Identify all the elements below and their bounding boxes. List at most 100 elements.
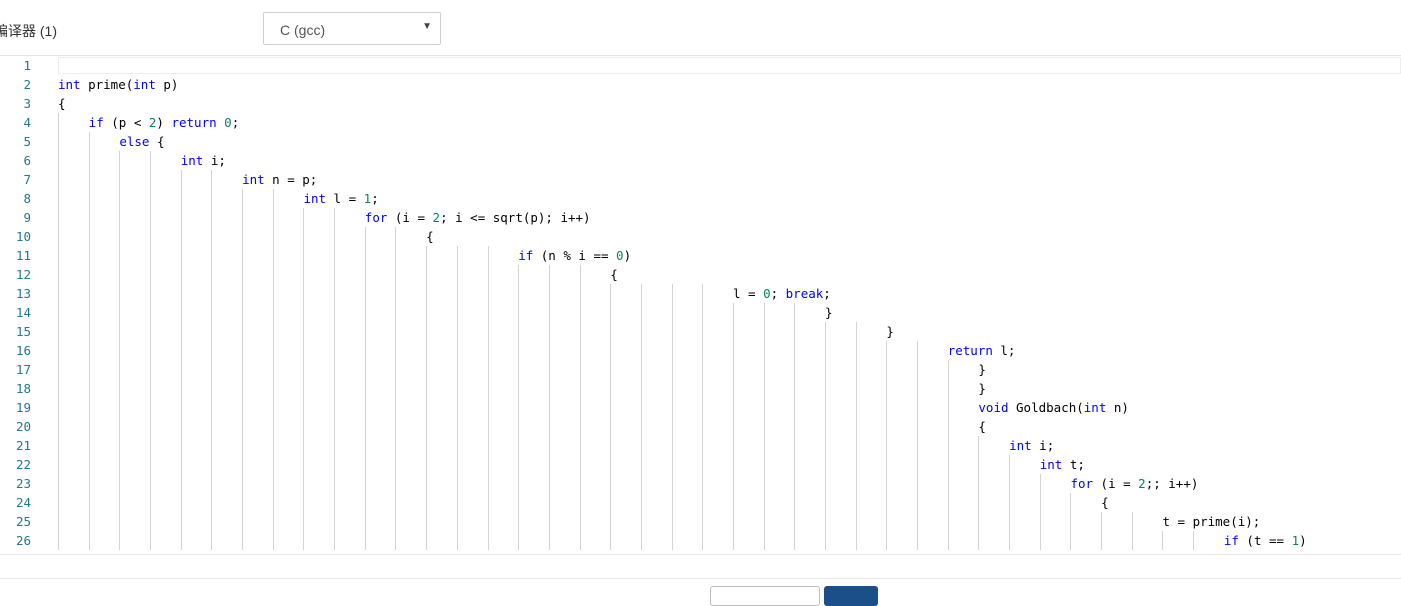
line-number: 5 bbox=[23, 134, 31, 149]
line-number: 19 bbox=[15, 400, 31, 415]
code-text: prime( bbox=[80, 77, 134, 92]
code-text: ; bbox=[371, 191, 379, 206]
indent-guide bbox=[150, 151, 151, 550]
code-text: ) bbox=[156, 115, 172, 130]
code-text: { bbox=[1101, 495, 1109, 510]
code-line: else { bbox=[119, 132, 164, 151]
indent-guide bbox=[58, 113, 59, 550]
indent-guide bbox=[1009, 455, 1010, 550]
indent-guide bbox=[365, 227, 366, 550]
code-line: int i; bbox=[1009, 436, 1054, 455]
indent-guide bbox=[488, 246, 489, 550]
code-area[interactable]: int prime(int p){if (p < 2) return 0; els… bbox=[56, 56, 1401, 554]
indent-guide bbox=[395, 227, 396, 550]
code-line: if (t == 1) bbox=[1224, 531, 1307, 550]
code-text: t = prime(i); bbox=[1162, 514, 1261, 529]
indent-guide bbox=[794, 303, 795, 550]
code-keyword: int bbox=[133, 77, 156, 92]
indent-guide bbox=[580, 265, 581, 550]
code-line: } bbox=[978, 360, 986, 379]
line-number: 23 bbox=[15, 476, 31, 491]
chevron-down-icon: ▼ bbox=[422, 21, 432, 32]
code-text: p) bbox=[155, 77, 179, 92]
indent-guide bbox=[119, 151, 120, 550]
indent-guide bbox=[672, 284, 673, 550]
code-line: } bbox=[978, 379, 986, 398]
line-number: 10 bbox=[15, 229, 31, 244]
indent-guide bbox=[1070, 493, 1071, 550]
line-number: 17 bbox=[15, 362, 31, 377]
code-number: 2 bbox=[432, 210, 441, 225]
indent-guide bbox=[1162, 531, 1163, 550]
code-keyword: int bbox=[1009, 438, 1032, 453]
line-number: 13 bbox=[15, 286, 31, 301]
code-text: l = bbox=[732, 286, 764, 301]
code-line: } bbox=[886, 322, 894, 341]
code-text: { bbox=[610, 267, 618, 282]
code-line: for (i = 2;; i++) bbox=[1070, 474, 1198, 493]
code-text: i; bbox=[1031, 438, 1055, 453]
line-number: 14 bbox=[15, 305, 31, 320]
secondary-button[interactable] bbox=[710, 586, 820, 606]
code-keyword: int bbox=[1083, 400, 1107, 415]
indent-guide bbox=[610, 284, 611, 550]
indent-guide bbox=[242, 189, 243, 550]
language-select[interactable]: C (gcc) ▼ bbox=[263, 12, 441, 45]
code-line: int t; bbox=[1040, 455, 1085, 474]
code-line: int n = p; bbox=[242, 170, 317, 189]
line-number: 20 bbox=[15, 419, 31, 434]
indent-guide bbox=[733, 303, 734, 550]
code-keyword: int bbox=[242, 172, 265, 187]
code-number: 2 bbox=[1138, 476, 1146, 491]
indent-guide bbox=[303, 208, 304, 550]
code-line: if (p < 2) return 0; bbox=[89, 113, 240, 132]
code-line: void Goldbach(int n) bbox=[978, 398, 1129, 417]
indent-guide bbox=[457, 246, 458, 550]
line-number: 8 bbox=[23, 191, 31, 206]
indent-guide bbox=[641, 284, 642, 550]
indent-guide bbox=[518, 265, 519, 550]
code-text: (n % i == bbox=[533, 248, 617, 263]
code-keyword: break bbox=[785, 286, 824, 301]
code-line: { bbox=[426, 227, 434, 246]
code-editor[interactable]: 1 2 3 4 5 6 7 8 9 10 11 12 13 14 15 16 17 18 19 20 21 22 23 24 2… bbox=[0, 56, 1401, 554]
primary-button[interactable] bbox=[824, 586, 878, 606]
code-text: { bbox=[58, 96, 66, 111]
indent-guide bbox=[334, 208, 335, 550]
code-line: { bbox=[1101, 493, 1109, 512]
code-keyword: return bbox=[171, 115, 217, 130]
indent-guide bbox=[856, 322, 857, 550]
code-keyword: if bbox=[1223, 533, 1239, 548]
line-number: 7 bbox=[23, 172, 31, 187]
code-text: l; bbox=[992, 343, 1016, 358]
line-number-gutter: 1 2 3 4 5 6 7 8 9 10 11 12 13 14 15 16 17 18 19 20 21 22 23 24 2… bbox=[0, 56, 40, 554]
code-keyword: int bbox=[1039, 457, 1063, 472]
line-number: 15 bbox=[15, 324, 31, 339]
code-line: if (n % i == 0) bbox=[518, 246, 631, 265]
code-line: { bbox=[610, 265, 618, 284]
line-number: 2 bbox=[23, 77, 31, 92]
code-number: 1 bbox=[1291, 533, 1300, 548]
indent-guide bbox=[702, 284, 703, 550]
code-keyword: if bbox=[88, 115, 104, 130]
code-line: int prime(int p) bbox=[58, 75, 178, 94]
indent-guide bbox=[948, 360, 949, 550]
indent-guide bbox=[886, 341, 887, 550]
code-keyword: if bbox=[518, 248, 534, 263]
indent-guide bbox=[1132, 512, 1133, 550]
code-text: i; bbox=[203, 153, 226, 168]
line-number: 25 bbox=[15, 514, 31, 529]
code-keyword: return bbox=[947, 343, 993, 358]
code-text: } bbox=[825, 305, 833, 320]
indent-guide bbox=[181, 170, 182, 550]
code-text: ) bbox=[1299, 533, 1307, 548]
code-text: ) bbox=[623, 248, 632, 263]
footer-divider bbox=[0, 578, 1401, 579]
indent-guide bbox=[89, 132, 90, 550]
code-text: (t == bbox=[1238, 533, 1292, 548]
code-line: int l = 1; bbox=[303, 189, 378, 208]
editor-bottom-border bbox=[0, 554, 1401, 555]
code-text: (i = bbox=[387, 210, 433, 225]
line-number: 26 bbox=[15, 533, 31, 548]
code-keyword: for bbox=[1070, 476, 1094, 491]
